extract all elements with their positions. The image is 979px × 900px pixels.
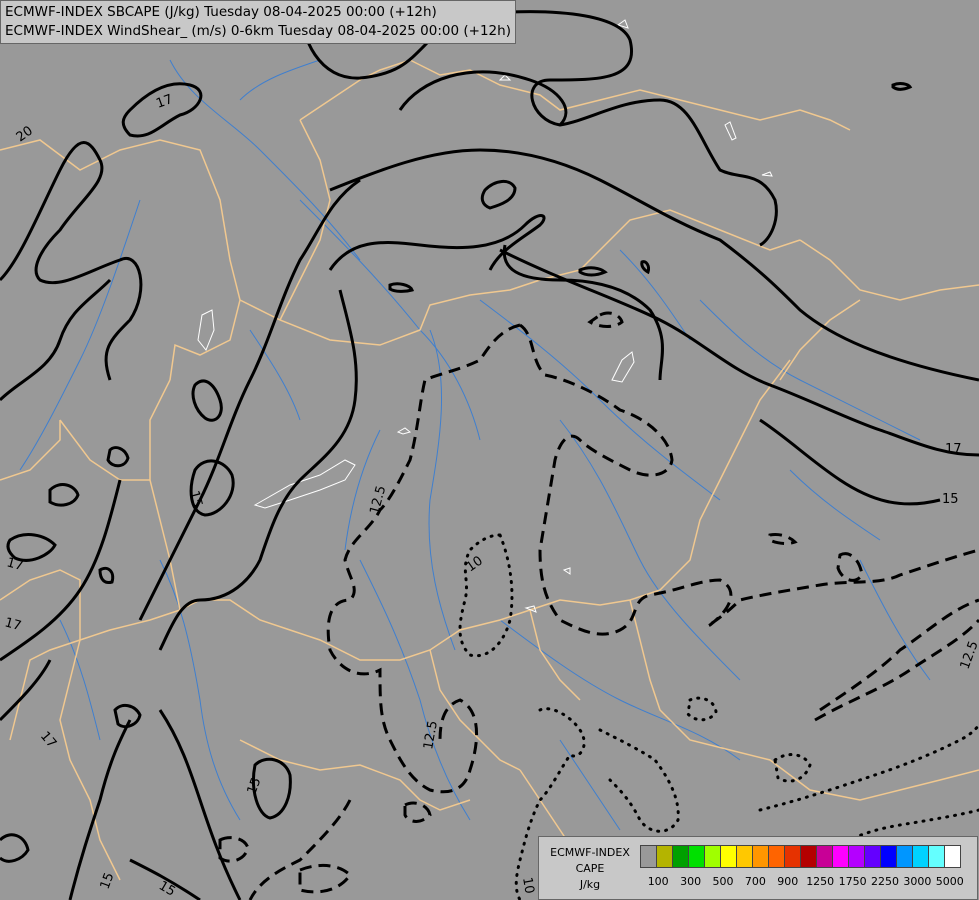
- legend-tick-label: 100: [647, 875, 669, 888]
- legend-tick-label: 3000: [903, 875, 932, 888]
- title-windshear: ECMWF-INDEX WindShear_ (m/s) 0-6km Tuesd…: [5, 23, 511, 39]
- legend-tick-label: 1250: [806, 875, 835, 888]
- legend-swatch: [720, 845, 737, 868]
- map-title-box: ECMWF-INDEX SBCAPE (J/kg) Tuesday 08-04-…: [0, 0, 516, 44]
- legend-tick-label: 5000: [935, 875, 964, 888]
- legend-ticks: 100 300 500 700 900 1250 1750 2250 3000 5000: [641, 875, 971, 891]
- color-legend: ECMWF-INDEX CAPE J/kg 100 300 500 700 900 125…: [538, 836, 978, 900]
- legend-swatch: [672, 845, 689, 868]
- legend-swatch: [704, 845, 721, 868]
- legend-swatch: [928, 845, 945, 868]
- legend-swatch: [880, 845, 897, 868]
- contour-label: 15: [942, 492, 959, 507]
- legend-swatch: [752, 845, 769, 868]
- legend-swatch: [848, 845, 865, 868]
- legend-tick-label: 300: [680, 875, 702, 888]
- legend-swatch: [912, 845, 929, 868]
- legend-tick-label: 900: [777, 875, 799, 888]
- contour-label: 10: [519, 876, 537, 895]
- contour-label: 17: [945, 442, 962, 457]
- legend-unit: J/kg: [579, 878, 601, 891]
- legend-swatch: [944, 845, 961, 868]
- legend-swatch: [816, 845, 833, 868]
- legend-label: ECMWF-INDEX CAPE J/kg: [543, 845, 637, 893]
- legend-swatch: [832, 845, 849, 868]
- weather-map: 17 20 15 17 17 17 15 17 15 12.5 10 12.5 …: [0, 0, 979, 900]
- legend-swatch: [656, 845, 673, 868]
- legend-tick-label: 500: [712, 875, 734, 888]
- legend-tick-label: 700: [744, 875, 766, 888]
- legend-swatch: [896, 845, 913, 868]
- legend-tick-label: 2250: [871, 875, 899, 888]
- legend-swatch: [688, 845, 705, 868]
- legend-tick-label: 1750: [838, 875, 867, 888]
- title-cape: ECMWF-INDEX SBCAPE (J/kg) Tuesday 08-04-…: [5, 4, 437, 20]
- legend-swatch: [640, 845, 657, 868]
- legend-model: ECMWF-INDEX: [550, 846, 630, 859]
- legend-field: CAPE: [575, 862, 605, 875]
- legend-swatches: [640, 845, 961, 868]
- legend-swatch: [784, 845, 801, 868]
- legend-swatch: [800, 845, 817, 868]
- legend-swatch: [736, 845, 753, 868]
- legend-swatch: [768, 845, 785, 868]
- legend-swatch: [864, 845, 881, 868]
